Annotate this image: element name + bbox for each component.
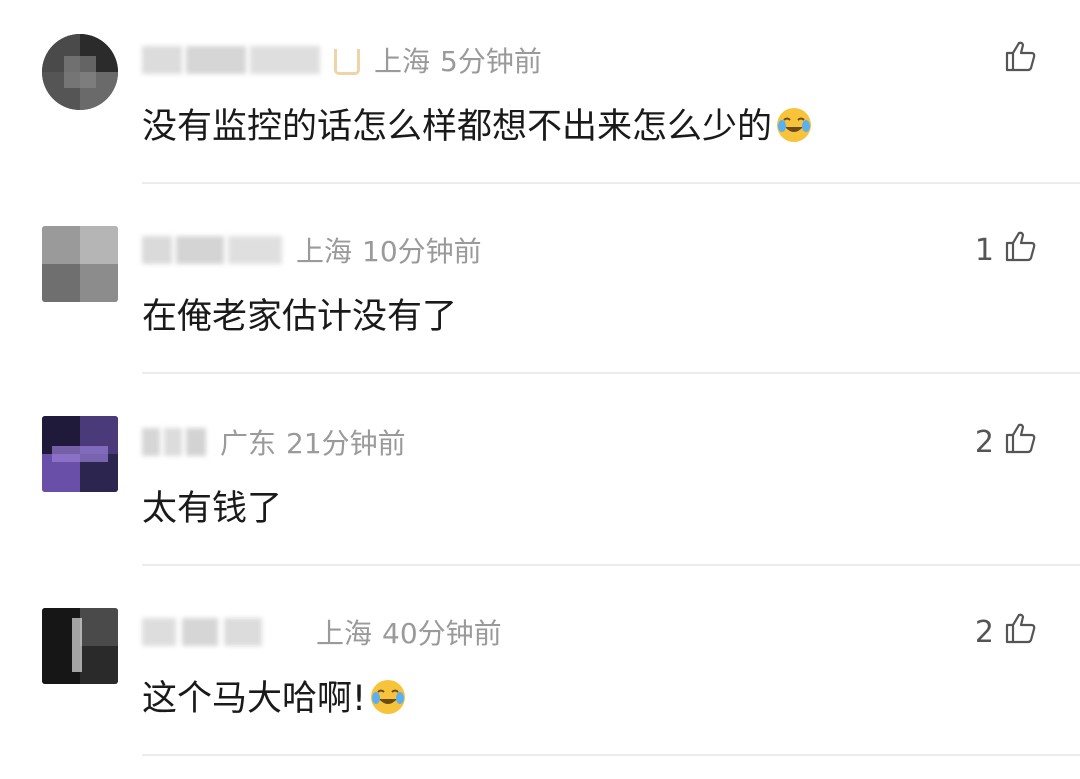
divider bbox=[142, 182, 1080, 184]
comment-meta: 上海 5分钟前 bbox=[142, 40, 542, 80]
nickname-blurred[interactable] bbox=[142, 236, 282, 264]
comment-text: 太有钱了 bbox=[142, 489, 283, 529]
avatar[interactable] bbox=[42, 416, 118, 492]
comment-text-row: 没有监控的话怎么样都想不出来怎么少的 bbox=[142, 98, 814, 149]
avatar[interactable] bbox=[42, 34, 118, 110]
comment-text-row: 在俺老家估计没有了 bbox=[142, 288, 457, 339]
time-label: 40分钟前 bbox=[382, 617, 502, 650]
comment-meta: 广东 21分钟前 bbox=[142, 422, 406, 462]
nickname-blurred[interactable] bbox=[142, 46, 320, 74]
comment-text-row: 太有钱了 bbox=[142, 480, 282, 531]
location-label: 上海 bbox=[296, 235, 353, 268]
divider bbox=[142, 754, 1080, 756]
comment-item: 广东 21分钟前 太有钱了 2 bbox=[0, 380, 1080, 570]
thumbs-up-icon bbox=[1004, 611, 1038, 653]
location-label: 上海 bbox=[316, 617, 373, 650]
comment-item: 上海 5分钟前 没有监控的话怎么样都想不出来怎么少的 bbox=[0, 0, 1080, 190]
avatar[interactable] bbox=[42, 608, 118, 684]
laugh-cry-emoji bbox=[774, 104, 814, 144]
comment-item: 上海 40分钟前 这个马大哈啊! 2 bbox=[0, 572, 1080, 762]
time-label: 5分钟前 bbox=[440, 45, 542, 78]
nickname-blurred[interactable] bbox=[142, 618, 262, 646]
divider bbox=[142, 372, 1080, 374]
time-label: 10分钟前 bbox=[362, 235, 482, 268]
comment-item: 上海 10分钟前 在俺老家估计没有了 1 bbox=[0, 190, 1080, 380]
like-button[interactable]: 1 bbox=[975, 230, 1038, 270]
location-label: 广东 bbox=[220, 427, 277, 460]
nickname-blurred[interactable] bbox=[142, 428, 206, 456]
avatar[interactable] bbox=[42, 226, 118, 302]
like-button[interactable]: 2 bbox=[975, 422, 1038, 462]
badge-icon bbox=[334, 49, 360, 75]
comment-text: 这个马大哈啊! bbox=[142, 679, 367, 719]
like-count: 1 bbox=[974, 232, 994, 268]
thumbs-up-icon bbox=[1004, 229, 1038, 271]
location-label: 上海 bbox=[374, 45, 431, 78]
comment-text-row: 这个马大哈啊! bbox=[142, 670, 408, 721]
laugh-cry-emoji bbox=[368, 676, 408, 716]
divider bbox=[142, 564, 1080, 566]
like-count: 2 bbox=[974, 424, 994, 460]
time-label: 21分钟前 bbox=[286, 427, 406, 460]
like-count: 2 bbox=[974, 614, 994, 650]
comment-meta: 上海 10分钟前 bbox=[142, 230, 482, 270]
comment-meta: 上海 40分钟前 bbox=[142, 612, 502, 652]
thumbs-up-icon bbox=[1004, 421, 1038, 463]
thumbs-up-icon bbox=[1004, 39, 1038, 81]
comment-text: 没有监控的话怎么样都想不出来怎么少的 bbox=[142, 107, 773, 147]
like-button[interactable]: 2 bbox=[975, 612, 1038, 652]
comment-text: 在俺老家估计没有了 bbox=[142, 297, 458, 337]
like-button[interactable] bbox=[994, 40, 1038, 80]
